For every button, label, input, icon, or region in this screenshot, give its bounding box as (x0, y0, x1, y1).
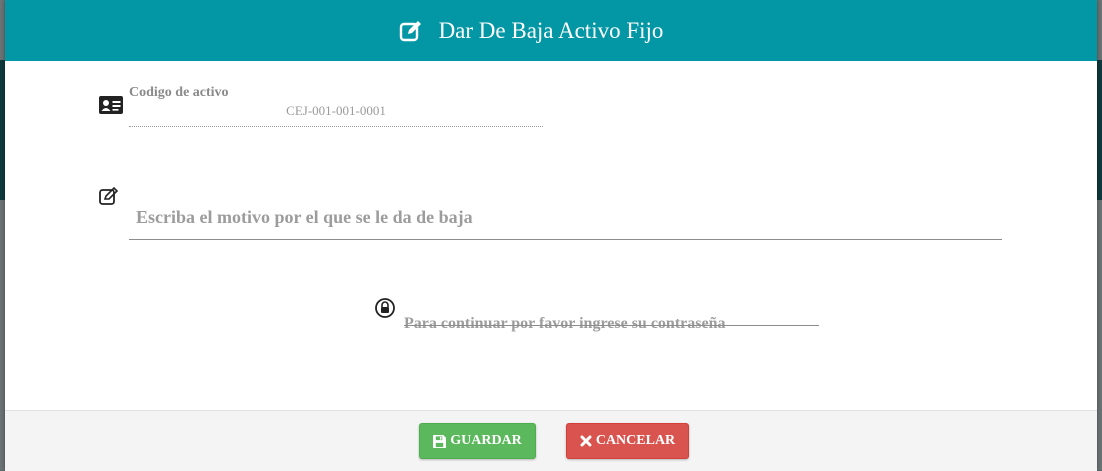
close-icon (580, 435, 592, 447)
password-input[interactable] (404, 312, 819, 336)
edit-icon (399, 20, 421, 41)
modal-header: Dar De Baja Activo Fijo (5, 0, 1097, 61)
dar-de-baja-modal: Dar De Baja Activo Fijo Codigo de activo… (5, 0, 1097, 471)
cancel-button-label: CANCELAR (595, 433, 676, 448)
floppy-disk-icon (433, 434, 447, 448)
codigo-label: Codigo de activo (129, 85, 229, 100)
codigo-value: CEJ-001-001-0001 (129, 102, 543, 127)
modal-title: Dar De Baja Activo Fijo (438, 17, 664, 43)
modal-footer: GUARDAR CANCELAR (5, 410, 1097, 471)
save-button-label: GUARDAR (450, 433, 522, 448)
password-underline (404, 325, 819, 326)
save-button[interactable]: GUARDAR (419, 423, 536, 459)
motivo-input[interactable] (129, 196, 1002, 240)
lock-icon (375, 298, 395, 318)
motivo-edit-icon (99, 187, 119, 205)
cancel-button[interactable]: CANCELAR (566, 423, 689, 459)
id-card-icon (99, 96, 123, 114)
